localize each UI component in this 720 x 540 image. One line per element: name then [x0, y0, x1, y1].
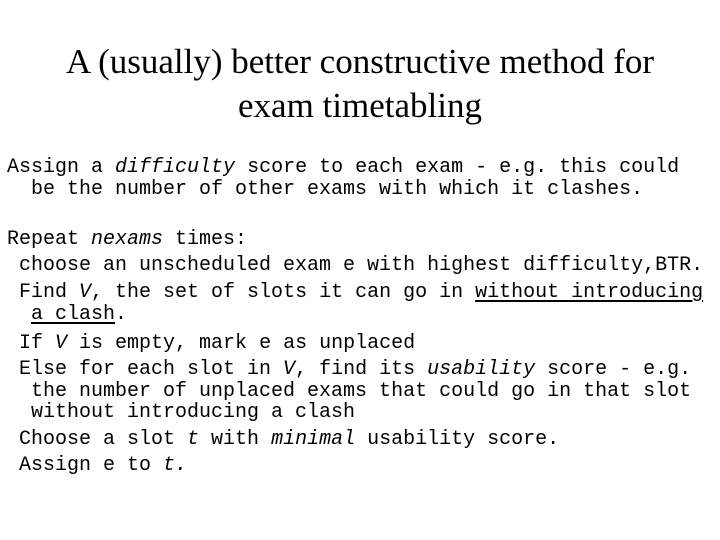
text-span: is empty, mark e as unplaced: [67, 332, 416, 355]
text-span: Else for each slot in: [7, 358, 284, 381]
text-line: Assign e to t.: [7, 454, 187, 478]
text-span: the number of unplaced exams that could …: [7, 380, 692, 403]
italic-term: t: [187, 428, 200, 451]
text-span: Find: [7, 281, 80, 304]
text-span: score to each exam - e.g. this could: [235, 156, 680, 179]
text-span: .: [115, 303, 128, 326]
text-line: without introducing a clash: [7, 401, 355, 425]
slide-title: A (usually) better constructive method f…: [0, 40, 720, 128]
italic-term: V: [55, 332, 68, 355]
slide-title-line-1: A (usually) better constructive method f…: [65, 42, 655, 81]
text-span: choose an unscheduled exam e with highes…: [7, 254, 704, 277]
text-line: Assign a difficulty score to each exam -…: [7, 156, 679, 180]
text-line: Else for each slot in V, find its usabil…: [7, 358, 691, 382]
text-span: Assign a: [7, 156, 116, 179]
underlined-term: a clash: [31, 303, 116, 326]
text-line: Find V, the set of slots it can go in wi…: [7, 281, 703, 305]
text-span: usability score.: [355, 428, 560, 451]
text-span: Choose a slot: [7, 428, 188, 451]
italic-term: minimal: [271, 428, 356, 451]
text-span: Assign e to: [7, 454, 164, 477]
underlined-term: without introducing: [475, 281, 704, 304]
text-span: without introducing a clash: [7, 401, 356, 424]
italic-term: difficulty: [115, 156, 236, 179]
text-span: times:: [163, 228, 248, 251]
italic-term: t.: [163, 454, 188, 477]
text-line: If V is empty, mark e as unplaced: [7, 332, 415, 356]
text-span: be the number of other exams with which …: [7, 178, 644, 201]
italic-term: usability: [427, 358, 536, 381]
text-span: Repeat: [7, 228, 92, 251]
text-span: with: [199, 428, 272, 451]
text-line: choose an unscheduled exam e with highes…: [7, 254, 703, 278]
text-line: Repeat nexams times:: [7, 228, 247, 252]
italic-term: nexams: [91, 228, 164, 251]
text-span: , find its: [295, 358, 428, 381]
text-span: , the set of slots it can go in: [91, 281, 476, 304]
text-span: If: [7, 332, 56, 355]
text-line: a clash.: [7, 303, 127, 327]
italic-term: V: [79, 281, 92, 304]
text-span: score - e.g.: [535, 358, 692, 381]
text-span: [7, 303, 31, 326]
slide-title-line-2: exam timetabling: [238, 86, 482, 125]
text-line: Choose a slot t with minimal usability s…: [7, 428, 559, 452]
text-line: be the number of other exams with which …: [7, 178, 643, 202]
italic-term: V: [283, 358, 296, 381]
